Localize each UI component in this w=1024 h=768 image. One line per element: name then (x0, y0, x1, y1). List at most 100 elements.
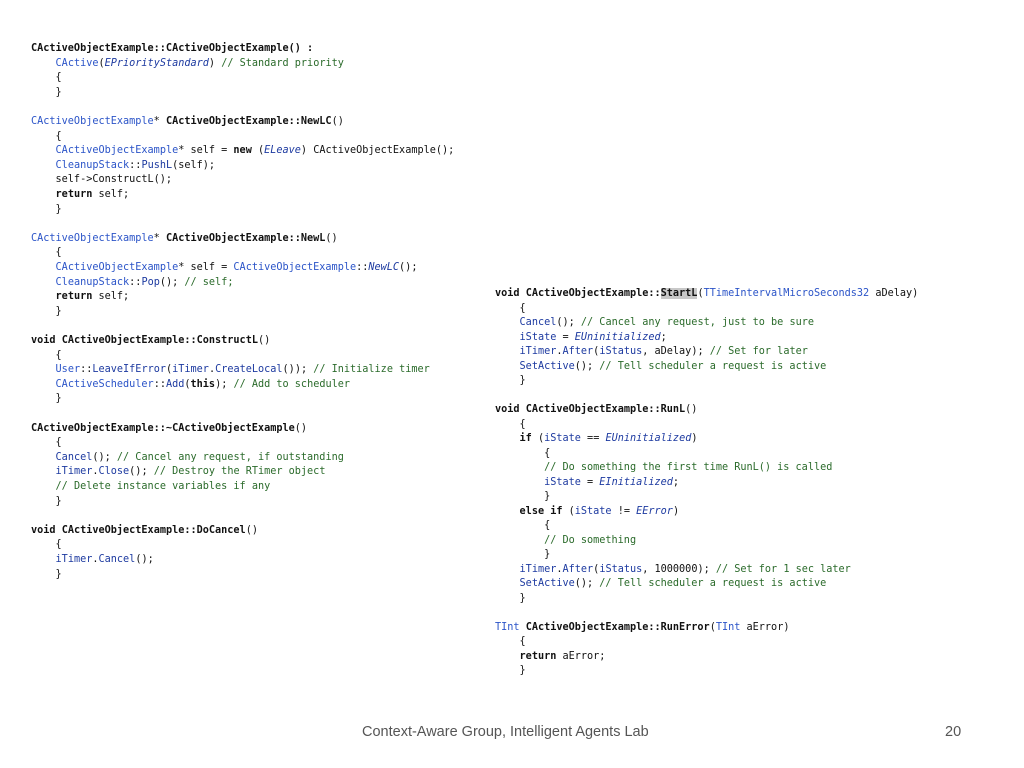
code-token: } (31, 305, 62, 317)
code-token: aError; (556, 650, 606, 662)
code-token: Add (165, 378, 185, 390)
code-token: CActiveObjectExample::RunL (525, 404, 686, 415)
code-line: CActiveObjectExample* self = new (ELeave… (31, 144, 455, 157)
code-token: { (495, 520, 551, 531)
code-token: ); (215, 378, 234, 390)
code-token: StartL (660, 288, 698, 299)
code-token: EPriorityStandard (104, 57, 209, 69)
code-token: CleanupStack (55, 159, 130, 171)
code-token: After (562, 563, 594, 575)
code-token: new (233, 145, 252, 157)
code-token: // Cancel any request, just to be sure (580, 317, 814, 328)
code-token: PushL (141, 159, 173, 171)
code-token: ; (660, 331, 667, 343)
code-line: User::LeaveIfError(iTimer.CreateLocal())… (31, 363, 430, 376)
code-token: else if (519, 505, 563, 517)
code-token: void (495, 288, 520, 299)
code-token: * self = (178, 262, 234, 273)
code-line: CActive(EPriorityStandard) // Standard p… (31, 57, 344, 70)
code-line: { (495, 302, 526, 315)
code-token: == (580, 433, 606, 444)
code-line: return self; (31, 290, 130, 303)
code-token: CActiveObjectExample::NewLC (165, 116, 332, 127)
code-token: iTimer (172, 364, 209, 376)
code-line: CActiveScheduler::Add(this); // Add to s… (31, 378, 350, 391)
code-line: SetActive(); // Tell scheduler a request… (495, 577, 827, 590)
code-line: { (495, 519, 550, 532)
footer-text: Context-Aware Group, Intelligent Agents … (362, 724, 649, 740)
code-token: // Cancel any request, if outstanding (116, 451, 344, 463)
code-token: EInitialized (599, 476, 673, 488)
code-line: } (495, 592, 526, 605)
code-token: CreateLocal (215, 364, 283, 376)
code-token: () (294, 422, 308, 434)
code-line: CActiveObjectExample::~CActiveObjectExam… (31, 422, 307, 435)
code-token: { (31, 247, 62, 259)
code-token: CActiveObjectExample (55, 262, 179, 273)
code-token: Cancel (55, 451, 93, 463)
code-token: :: (129, 159, 142, 171)
code-line: // Delete instance variables if any (31, 480, 271, 493)
code-token: } (31, 393, 62, 405)
code-token: () (331, 116, 344, 127)
code-line: CActiveObjectExample* self = CActiveObje… (31, 261, 418, 274)
code-token: return (55, 189, 93, 200)
code-token: // Delete instance variables if any (55, 481, 271, 492)
code-token: iTimer (55, 554, 93, 565)
code-line: } (31, 495, 62, 508)
code-token: () (245, 524, 258, 536)
code-token: { (495, 447, 551, 459)
code-line: { (31, 436, 62, 449)
code-line: { (495, 447, 550, 460)
code-line: iState = EUninitialized; (495, 331, 667, 344)
code-token: { (31, 539, 62, 551)
code-token: EError (636, 505, 673, 517)
code-token: (); (574, 360, 600, 372)
code-token: } (495, 592, 526, 604)
code-token: iState (574, 505, 612, 517)
code-token: CActiveObjectExample::CActiveObjectExamp… (31, 43, 314, 54)
code-token: iStatus (599, 563, 643, 575)
code-line: } (495, 548, 550, 561)
code-token: iTimer (519, 563, 557, 575)
code-token: Cancel (519, 317, 557, 328)
code-token: CActive (55, 57, 99, 69)
code-token: // Standard priority (221, 57, 344, 69)
code-token: CActiveObjectExample (55, 145, 179, 157)
code-line: if (iState == EUninitialized) (495, 432, 698, 445)
code-line: return aError; (495, 650, 606, 663)
code-token: { (495, 302, 526, 314)
code-token: iState (519, 331, 557, 343)
code-line: } (31, 203, 62, 216)
code-token: this (190, 378, 216, 390)
code-line: Cancel(); // Cancel any request, if outs… (31, 451, 344, 464)
code-token: CActiveObjectExample (31, 116, 154, 127)
code-line: CActiveObjectExample::CActiveObjectExamp… (31, 42, 313, 55)
code-token: (); (556, 317, 581, 328)
code-token: EUninitialized (574, 331, 661, 343)
code-token: = (580, 476, 600, 488)
code-token: () (257, 335, 271, 346)
code-token: iState (544, 433, 581, 444)
code-token: self; (92, 291, 130, 303)
code-token: SetActive (519, 360, 575, 372)
code-line: { (31, 130, 62, 143)
code-token: void (495, 404, 520, 415)
code-token: (self); (172, 159, 216, 171)
code-token: TInt (715, 621, 741, 633)
code-token: ( (251, 145, 265, 157)
code-token: , 1000000); (642, 563, 716, 575)
page-number: 20 (945, 724, 962, 740)
code-line: Cancel(); // Cancel any request, just to… (495, 316, 814, 329)
code-token: } (495, 665, 526, 676)
